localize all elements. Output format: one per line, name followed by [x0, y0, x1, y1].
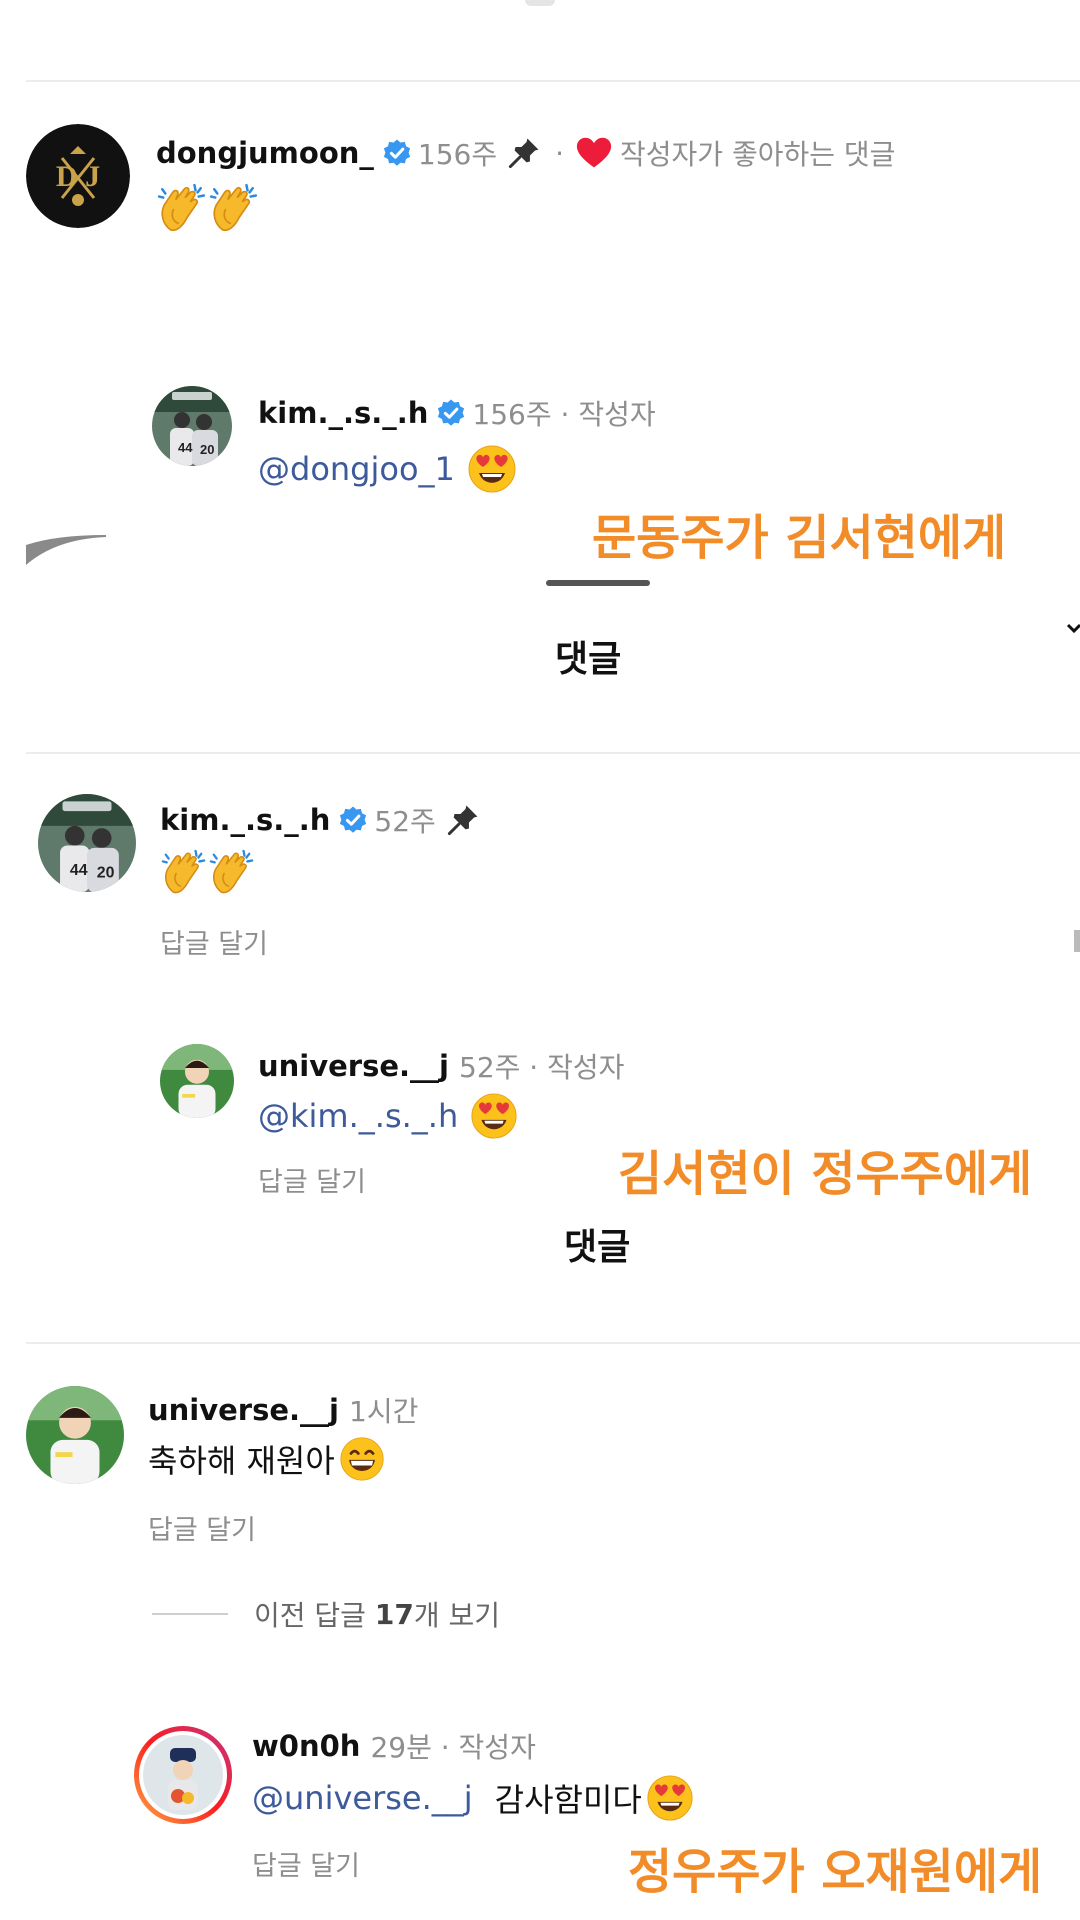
svg-text:44: 44 — [70, 862, 88, 879]
avatar-kim[interactable]: 44 20 — [152, 386, 232, 466]
comment-6-body: @universe.__j 감사함미다 — [252, 1774, 694, 1822]
mention-link[interactable]: @dongjoo_1 — [258, 450, 455, 488]
comment-text: 감사함미다 — [494, 1781, 642, 1819]
svg-text:20: 20 — [97, 864, 115, 881]
annotation-caption: 김서현이 정우주에게 — [618, 1146, 1033, 1202]
mention-link[interactable]: @kim._.s._.h — [258, 1097, 458, 1135]
avatar-universe[interactable] — [160, 1044, 234, 1118]
sheet-drag-handle[interactable] — [546, 580, 650, 586]
username[interactable]: universe.__j — [148, 1393, 339, 1427]
reply-button[interactable]: 답글 달기 — [148, 1508, 256, 1547]
comment-3-header: kim._.s._.h 52주 — [160, 800, 480, 840]
view-replies-line — [152, 1613, 228, 1615]
username[interactable]: universe.__j — [258, 1049, 449, 1083]
view-replies-count: 17 — [374, 1597, 414, 1631]
separator: · — [555, 136, 565, 170]
view-previous-replies-button[interactable]: 이전 답글 17 개 보기 — [254, 1596, 500, 1633]
comment-4-header: universe.__j 52주 · 작성자 — [258, 1046, 624, 1086]
comment-2-body: @dongjoo_1 — [258, 444, 517, 494]
grinning-emoji — [339, 1436, 385, 1482]
comment-5-body: 축하해 재원아 — [148, 1436, 385, 1482]
pin-icon — [507, 136, 541, 170]
comment-time: 52주 — [374, 805, 436, 838]
comment-time: 156주 — [417, 138, 498, 171]
username[interactable]: dongjumoon_ — [156, 136, 374, 170]
avatar-kim[interactable]: 44 20 — [38, 794, 136, 892]
comment-4-body: @kim._.s._.h — [258, 1092, 518, 1140]
sheet-corner-graphic — [26, 535, 106, 565]
heart-icon — [576, 136, 612, 170]
clapping-hands-emoji — [208, 182, 260, 234]
divider — [26, 1342, 1080, 1344]
comment-meta: 29분 · 작성자 — [370, 1731, 536, 1764]
comment-5-header: universe.__j 1시간 — [148, 1390, 418, 1430]
avatar-dongjumoon[interactable]: D J — [26, 124, 130, 228]
comment-meta: 1시간 — [349, 1395, 419, 1428]
view-replies-suffix: 개 보기 — [413, 1599, 500, 1632]
divider — [26, 752, 1080, 754]
comment-1-header: dongjumoon_ 156주 · 작성자가 좋아하는 댓글 — [156, 133, 895, 173]
verified-badge-icon — [436, 398, 466, 428]
liked-by-author-label: 작성자가 좋아하는 댓글 — [620, 138, 896, 171]
username[interactable]: kim._.s._.h — [160, 803, 330, 837]
clapping-hands-emoji — [160, 848, 208, 896]
annotation-caption: 문동주가 김서현에게 — [592, 510, 1007, 566]
comment-text: 축하해 재원아 — [148, 1442, 335, 1480]
comment-meta: 156주 · 작성자 — [472, 398, 656, 431]
edge-remnant — [1074, 930, 1080, 952]
heart-eyes-emoji — [470, 1092, 518, 1140]
mention-link[interactable]: @universe.__j — [252, 1779, 473, 1817]
comment-2-header: kim._.s._.h 156주 · 작성자 — [258, 393, 656, 433]
chevron-edge-icon — [1066, 622, 1080, 636]
reply-button[interactable]: 답글 달기 — [252, 1844, 360, 1883]
username[interactable]: kim._.s._.h — [258, 396, 428, 430]
annotation-caption: 정우주가 오재원에게 — [628, 1844, 1043, 1900]
verified-badge-icon — [382, 138, 412, 168]
clapping-hands-emoji — [208, 848, 256, 896]
comment-meta: 52주 · 작성자 — [459, 1051, 625, 1084]
view-replies-prefix: 이전 답글 — [254, 1599, 375, 1632]
svg-text:44: 44 — [178, 440, 193, 455]
username[interactable]: w0n0h — [252, 1729, 360, 1763]
heart-eyes-emoji — [467, 444, 517, 494]
heart-eyes-emoji — [646, 1774, 694, 1822]
avatar-universe[interactable] — [26, 1386, 124, 1484]
comment-3-body — [160, 848, 256, 896]
clapping-hands-emoji — [156, 182, 208, 234]
verified-badge-icon — [338, 805, 368, 835]
divider — [26, 80, 1080, 82]
pin-icon — [446, 803, 480, 837]
comments-sheet-title: 댓글 — [555, 639, 622, 680]
top-scroll-remnant — [525, 0, 555, 6]
comments-sheet-title: 댓글 — [564, 1227, 631, 1268]
svg-text:20: 20 — [200, 442, 214, 457]
reply-button[interactable]: 답글 달기 — [258, 1160, 366, 1199]
comment-1-body — [156, 182, 260, 234]
avatar-w0n0h[interactable] — [132, 1724, 234, 1826]
comment-6-header: w0n0h 29분 · 작성자 — [252, 1726, 536, 1766]
reply-button[interactable]: 답글 달기 — [160, 922, 268, 961]
